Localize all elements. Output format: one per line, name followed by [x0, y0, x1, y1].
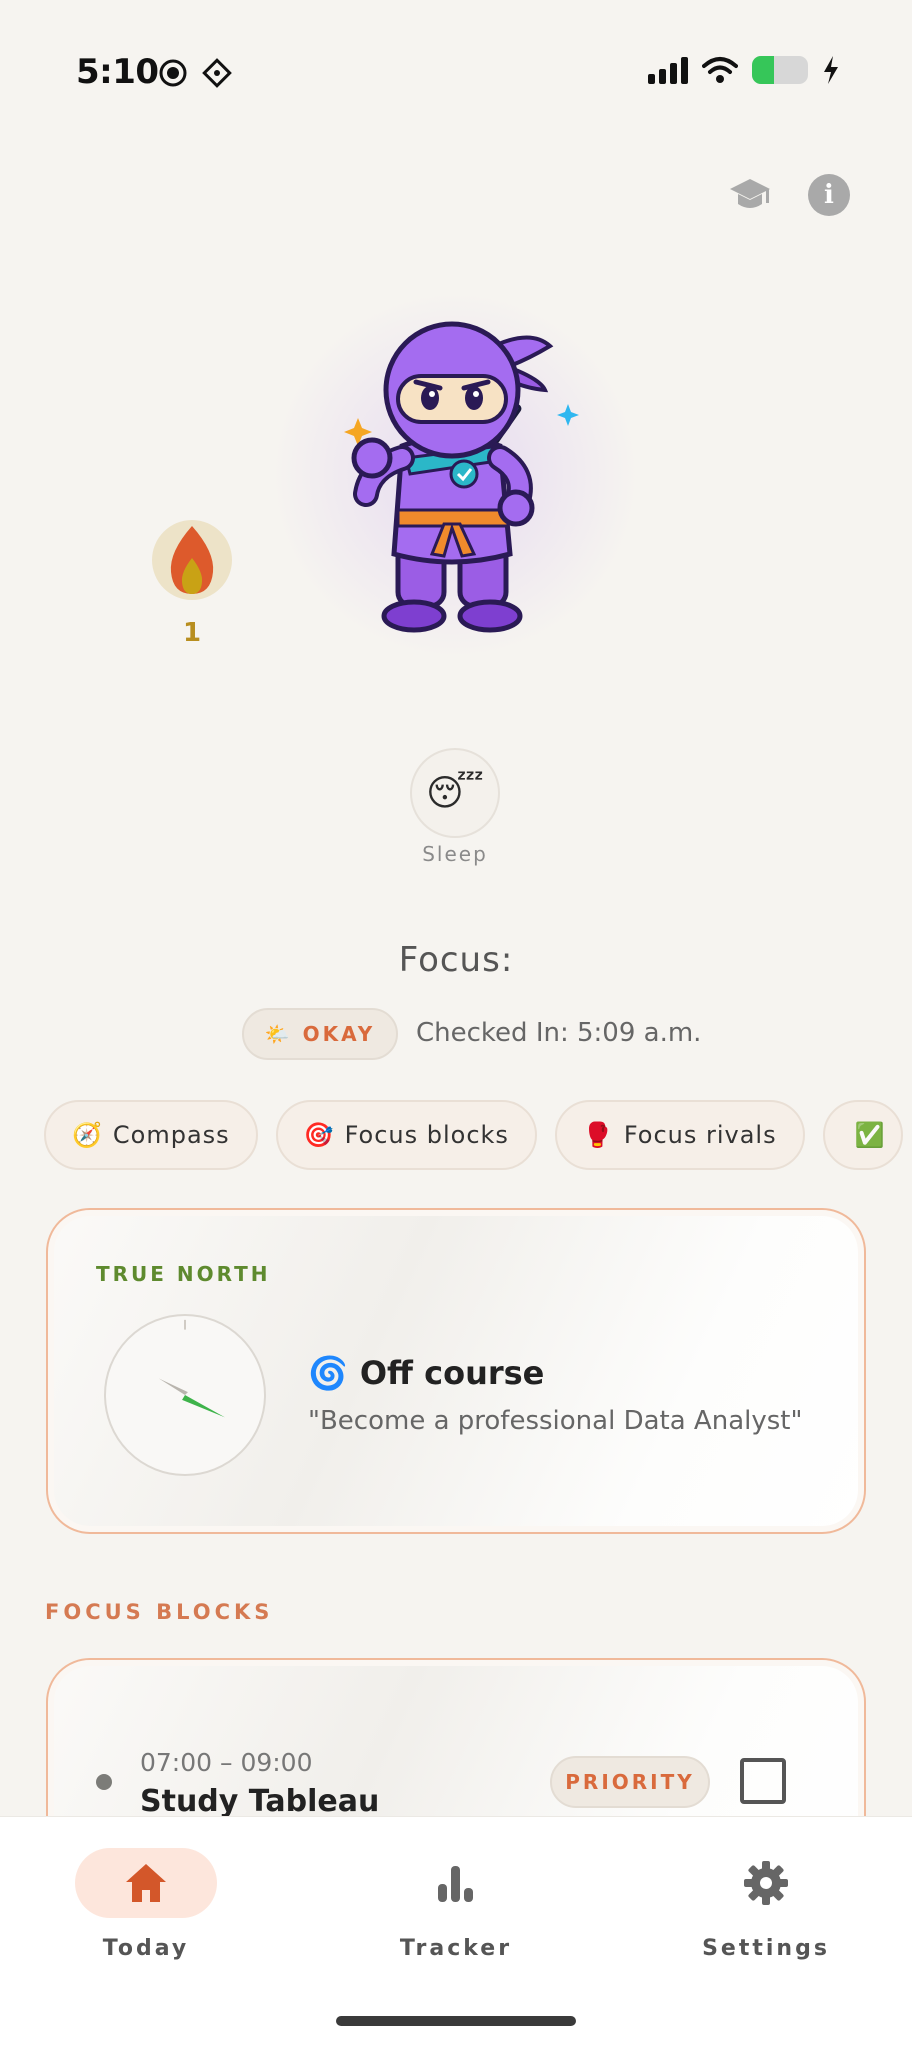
course-status: 🌀 Off course: [308, 1354, 544, 1392]
tab-label: Settings: [702, 1936, 830, 1961]
course-status-label: Off course: [359, 1354, 545, 1392]
info-icon[interactable]: i: [808, 174, 850, 216]
focus-block-checkbox[interactable]: [740, 1758, 786, 1804]
compass-icon: 🧭: [72, 1121, 103, 1149]
chip-focus-rivals[interactable]: 🥊 Focus rivals: [554, 1100, 805, 1170]
status-indicators: [158, 58, 232, 88]
graduation-cap-icon[interactable]: [728, 175, 772, 215]
true-north-goal: "Become a professional Data Analyst": [308, 1406, 803, 1436]
priority-badge: PRIORITY: [550, 1756, 710, 1808]
section-chips: 🧭 Compass 🎯 Focus blocks 🥊 Focus rivals …: [44, 1100, 903, 1170]
focus-block-title: Study Tableau: [140, 1784, 380, 1819]
tab-today[interactable]: Today: [46, 1848, 246, 1961]
header-actions: i: [728, 174, 850, 216]
status-time: 5:10: [76, 52, 159, 92]
ninja-mascot-illustration: [344, 321, 579, 633]
true-north-label: TRUE NORTH: [96, 1262, 271, 1286]
home-indicator[interactable]: [336, 2016, 576, 2026]
chip-label: Compass: [112, 1121, 230, 1149]
status-right: [648, 56, 840, 84]
chip-tasks[interactable]: ✅: [822, 1100, 903, 1170]
cyclone-icon: 🌀: [308, 1354, 348, 1392]
streak-count: 1: [182, 618, 202, 648]
checked-in-time: Checked In: 5:09 a.m.: [416, 1018, 702, 1048]
focus-block-time: 07:00 – 09:00: [140, 1748, 313, 1777]
cellular-signal-icon: [648, 56, 688, 84]
mood-button[interactable]: 😴: [410, 748, 500, 838]
chip-label: Focus rivals: [623, 1121, 777, 1149]
screen-record-icon: [159, 59, 187, 87]
chip-compass[interactable]: 🧭 Compass: [44, 1100, 258, 1170]
compass-dial-icon: [104, 1314, 266, 1476]
focus-blocks-heading: FOCUS BLOCKS: [45, 1600, 274, 1624]
tab-tracker[interactable]: Tracker: [356, 1848, 556, 1961]
focus-title: Focus:: [398, 940, 514, 980]
mood-label: Sleep: [422, 842, 488, 866]
chip-focus-blocks[interactable]: 🎯 Focus blocks: [275, 1100, 537, 1170]
target-icon: 🎯: [303, 1121, 335, 1149]
gear-icon: [744, 1861, 788, 1905]
boxing-glove-icon: 🥊: [582, 1121, 614, 1149]
tab-label: Today: [102, 1936, 190, 1961]
battery-icon: [752, 56, 808, 84]
sun-cloud-icon: 🌤️: [264, 1022, 293, 1046]
bar-chart-icon: [438, 1866, 473, 1902]
home-icon: [126, 1864, 166, 1902]
tab-settings[interactable]: Settings: [666, 1848, 866, 1961]
check-mark-icon: ✅: [854, 1121, 886, 1149]
focus-status-label: OKAY: [302, 1022, 376, 1046]
chip-label: Focus blocks: [344, 1121, 509, 1149]
focus-mode-icon: [202, 58, 232, 88]
wifi-icon: [702, 57, 738, 83]
focus-status-badge[interactable]: 🌤️ OKAY: [242, 1008, 398, 1060]
tab-label: Tracker: [399, 1936, 513, 1961]
flame-icon[interactable]: [152, 520, 232, 600]
charging-bolt-icon: [824, 56, 838, 84]
focus-block-status-dot: [96, 1774, 112, 1790]
